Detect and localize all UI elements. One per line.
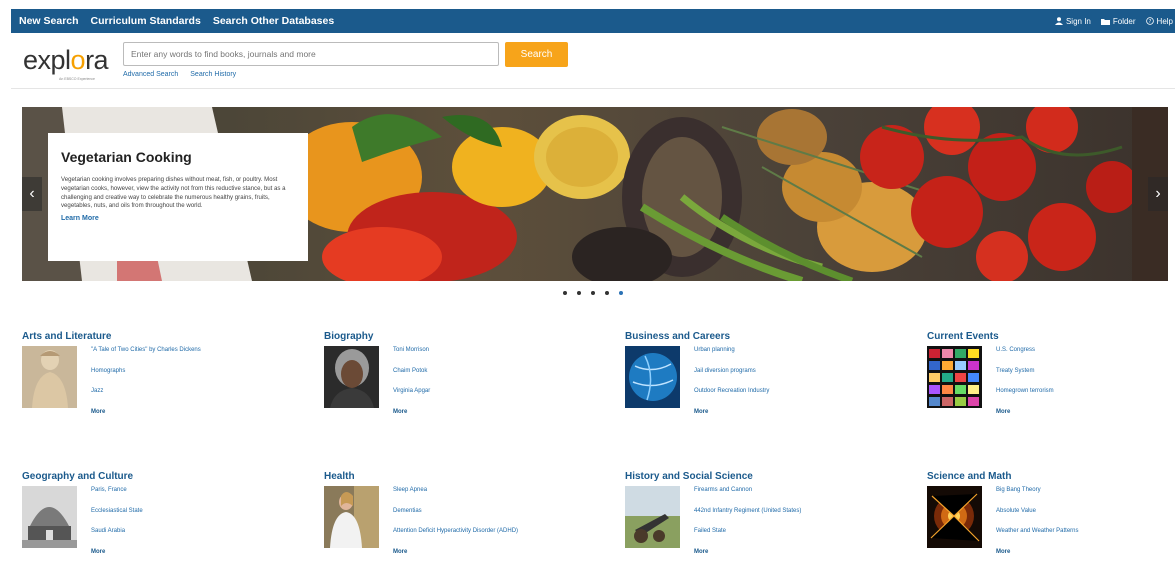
carousel-indicators [563,291,623,295]
carousel-dot[interactable] [563,291,567,295]
category-link[interactable]: Absolute Value [996,507,1079,528]
carousel-dot[interactable] [577,291,581,295]
category-current-events: Current Events U.S. Congress Treaty Syst… [927,331,1175,417]
help-link[interactable]: ? Help [1146,17,1173,26]
category-link[interactable]: Jail diversion programs [694,367,769,388]
category-link[interactable]: Saudi Arabia [91,527,143,548]
svg-text:?: ? [1148,19,1151,25]
category-link[interactable]: Big Bang Theory [996,486,1079,507]
category-title[interactable]: Arts and Literature [22,331,302,342]
cannon-thumbnail[interactable] [625,486,680,548]
category-link[interactable]: Chaim Potok [393,367,430,388]
category-title[interactable]: Current Events [927,331,1175,342]
folder-icon [1101,18,1110,25]
category-link[interactable]: "A Tale of Two Cities" by Charles Dicken… [91,346,201,367]
sign-in-link[interactable]: Sign In [1055,17,1091,26]
hero-card: Vegetarian Cooking Vegetarian cooking in… [48,133,308,261]
category-link[interactable]: Homographs [91,367,201,388]
carousel-dot-active[interactable] [619,291,623,295]
category-link[interactable]: Homegrown terrorism [996,387,1054,408]
category-link[interactable]: Dementias [393,507,518,528]
search-button[interactable]: Search [505,42,568,67]
category-link[interactable]: Paris, France [91,486,143,507]
curriculum-standards-link[interactable]: Curriculum Standards [91,15,201,27]
category-link[interactable]: Failed State [694,527,801,548]
chevron-right-icon: › [1155,185,1160,203]
category-link[interactable]: 442nd Infantry Regiment (United States) [694,507,801,528]
header: explora An EBSCO Experience Search Advan… [11,33,1175,89]
doctor-thumbnail[interactable] [324,486,379,548]
more-link[interactable]: More [996,408,1054,429]
category-link[interactable]: Jazz [91,387,201,408]
globe-thumbnail[interactable] [625,346,680,408]
carousel-dot[interactable] [605,291,609,295]
category-link[interactable]: Virginia Apgar [393,387,430,408]
hero-carousel: ‹ › Vegetarian Cooking Vegetarian cookin… [22,107,1168,281]
landmark-thumbnail[interactable] [22,486,77,548]
statue-thumbnail[interactable] [22,346,77,408]
carousel-dot[interactable] [591,291,595,295]
hero-description: Vegetarian cooking involves preparing di… [61,176,295,211]
category-link[interactable]: Ecclesiastical State [91,507,143,528]
category-title[interactable]: Health [324,471,604,482]
logo-wordmark: explora [23,45,108,75]
category-title[interactable]: Biography [324,331,604,342]
category-link[interactable]: Weather and Weather Patterns [996,527,1079,548]
logo-accent-letter: o [71,45,86,75]
carousel-next-button[interactable]: › [1148,177,1168,211]
advanced-search-link[interactable]: Advanced Search [123,71,178,78]
new-search-link[interactable]: New Search [19,15,79,27]
category-title[interactable]: Business and Careers [625,331,905,342]
screens-thumbnail[interactable] [927,346,982,408]
search-history-link[interactable]: Search History [190,71,236,78]
logo-tagline: An EBSCO Experience [59,77,95,81]
more-link[interactable]: More [694,408,769,429]
category-title[interactable]: History and Social Science [625,471,905,482]
category-history-and-social-science: History and Social Science Firearms and … [625,471,905,557]
category-link[interactable]: Sleep Apnea [393,486,518,507]
category-link[interactable]: Urban planning [694,346,769,367]
explora-logo[interactable]: explora An EBSCO Experience [23,45,108,76]
category-biography: Biography Toni Morrison Chaim Potok Virg… [324,331,604,417]
carousel-prev-button[interactable]: ‹ [22,177,42,211]
hero-title: Vegetarian Cooking [61,149,295,165]
category-title[interactable]: Geography and Culture [22,471,302,482]
category-arts-and-literature: Arts and Literature "A Tale of Two Citie… [22,331,302,417]
category-health: Health Sleep Apnea Dementias Attention D… [324,471,604,557]
folder-link[interactable]: Folder [1101,17,1136,26]
big-bang-thumbnail[interactable] [927,486,982,548]
help-icon: ? [1146,17,1154,25]
category-geography-and-culture: Geography and Culture Paris, France Eccl… [22,471,302,557]
category-link[interactable]: Toni Morrison [393,346,430,367]
more-link[interactable]: More [91,408,201,429]
category-link[interactable]: Attention Deficit Hyperactivity Disorder… [393,527,518,548]
category-science-and-math: Science and Math Big Bang Theory Absolut… [927,471,1175,557]
chevron-left-icon: ‹ [29,185,34,203]
portrait-thumbnail[interactable] [324,346,379,408]
category-link[interactable]: Outdoor Recreation Industry [694,387,769,408]
category-business-and-careers: Business and Careers Urban planning Jail… [625,331,905,417]
search-other-databases-link[interactable]: Search Other Databases [213,15,334,27]
category-title[interactable]: Science and Math [927,471,1175,482]
user-icon [1055,17,1063,25]
category-link[interactable]: Firearms and Cannon [694,486,801,507]
top-nav-bar: New Search Curriculum Standards Search O… [11,9,1175,33]
search-input[interactable] [123,42,499,66]
category-link[interactable]: Treaty System [996,367,1054,388]
category-link[interactable]: U.S. Congress [996,346,1054,367]
learn-more-link[interactable]: Learn More [61,215,295,222]
more-link[interactable]: More [393,408,430,429]
